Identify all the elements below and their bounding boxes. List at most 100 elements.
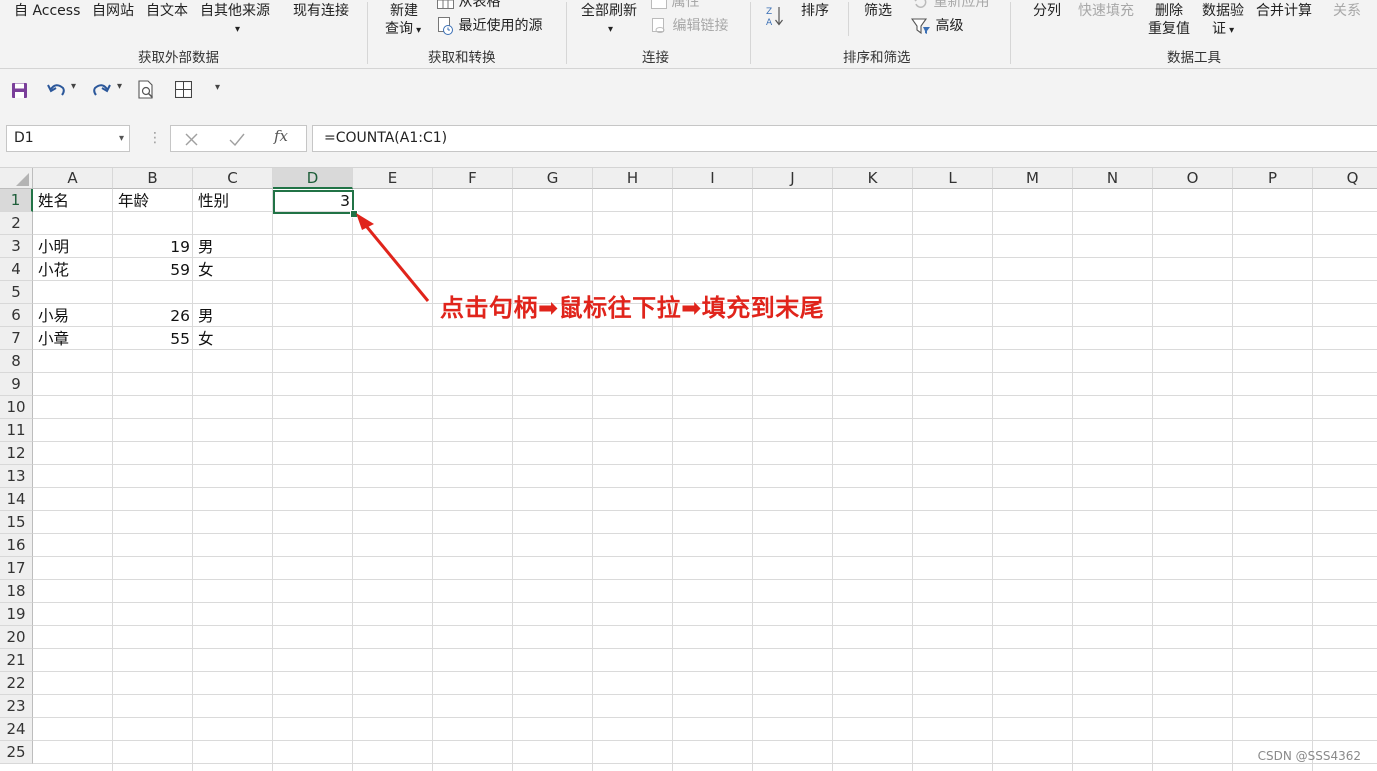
row-header-1[interactable]: 1 — [0, 189, 33, 212]
column-header-p[interactable]: P — [1233, 168, 1313, 189]
row-header-24[interactable]: 24 — [0, 718, 33, 741]
row-header-5[interactable]: 5 — [0, 281, 33, 304]
column-header-h[interactable]: H — [593, 168, 673, 189]
customize-qat-icon[interactable]: ▾ — [215, 82, 220, 93]
row-header-18[interactable]: 18 — [0, 580, 33, 603]
column-header-i[interactable]: I — [673, 168, 753, 189]
row-header-14[interactable]: 14 — [0, 488, 33, 511]
insert-function-icon[interactable]: fx — [274, 127, 288, 145]
cell-C7[interactable]: 女 — [198, 328, 214, 350]
formula-input[interactable]: =COUNTA(A1:C1) — [312, 125, 1377, 152]
row-header-15[interactable]: 15 — [0, 511, 33, 534]
cell-A3[interactable]: 小明 — [38, 236, 69, 258]
row-header-9[interactable]: 9 — [0, 373, 33, 396]
row-header-16[interactable]: 16 — [0, 534, 33, 557]
column-header-j[interactable]: J — [753, 168, 833, 189]
new-query-button[interactable]: 查询 ▾ — [385, 20, 421, 40]
cell-B4[interactable]: 59 — [114, 259, 190, 281]
row-header-17[interactable]: 17 — [0, 557, 33, 580]
column-header-b[interactable]: B — [113, 168, 193, 189]
name-box[interactable]: D1 ▾ — [6, 125, 130, 152]
save-icon[interactable] — [11, 82, 28, 99]
column-header-m[interactable]: M — [993, 168, 1073, 189]
row-header-21[interactable]: 21 — [0, 649, 33, 672]
column-header-o[interactable]: O — [1153, 168, 1233, 189]
sort-button[interactable]: 排序 — [801, 2, 829, 20]
column-header-a[interactable]: A — [33, 168, 113, 189]
borders-icon[interactable] — [175, 81, 192, 98]
row-header-12[interactable]: 12 — [0, 442, 33, 465]
sort-za-icon[interactable]: Z A — [765, 5, 785, 27]
row-header-23[interactable]: 23 — [0, 695, 33, 718]
new-query-label-1[interactable]: 新建 — [390, 2, 418, 20]
column-header-e[interactable]: E — [353, 168, 433, 189]
chevron-down-icon[interactable]: ▾ — [235, 21, 240, 39]
data-validation-label-1[interactable]: 数据验 — [1202, 2, 1244, 20]
cell-A6[interactable]: 小易 — [38, 305, 69, 327]
from-access-button[interactable]: 自 Access — [14, 2, 80, 20]
from-text-button[interactable]: 自文本 — [146, 2, 188, 20]
row-header-11[interactable]: 11 — [0, 419, 33, 442]
edit-links-button[interactable]: 编辑链接 — [651, 17, 728, 35]
data-validation-button[interactable]: 证 ▾ — [1212, 20, 1234, 40]
cell-C1[interactable]: 性别 — [198, 190, 229, 212]
reapply-button[interactable]: 重新应用 — [913, 0, 989, 11]
row-header-10[interactable]: 10 — [0, 396, 33, 419]
column-header-n[interactable]: N — [1073, 168, 1153, 189]
row-header-4[interactable]: 4 — [0, 258, 33, 281]
column-header-q[interactable]: Q — [1313, 168, 1377, 189]
refresh-all-button[interactable]: 全部刷新 — [581, 2, 637, 20]
chevron-down-icon[interactable]: ▾ — [608, 21, 613, 39]
chevron-down-icon[interactable]: ▾ — [119, 126, 124, 151]
row-header-6[interactable]: 6 — [0, 304, 33, 327]
column-header-g[interactable]: G — [513, 168, 593, 189]
existing-connections-button[interactable]: 现有连接 — [293, 2, 349, 20]
from-table-button[interactable]: 从表格 — [437, 0, 500, 11]
column-header-f[interactable]: F — [433, 168, 513, 189]
row-header-3[interactable]: 3 — [0, 235, 33, 258]
column-header-k[interactable]: K — [833, 168, 913, 189]
relationships-button[interactable]: 关系 — [1333, 2, 1361, 20]
text-to-columns-button[interactable]: 分列 — [1033, 2, 1061, 20]
row-header-2[interactable]: 2 — [0, 212, 33, 235]
worksheet-grid[interactable]: ABCDEFGHIJKLMNOPQ 1 2 3 4 5 6 7 8 9 10 11 12 13 14 15 1… — [0, 168, 1377, 771]
advanced-filter-button[interactable]: 高级 — [911, 17, 963, 35]
print-preview-icon[interactable] — [137, 80, 157, 100]
select-all-corner[interactable] — [0, 168, 33, 189]
column-header-c[interactable]: C — [193, 168, 273, 189]
cell-C3[interactable]: 男 — [198, 236, 214, 258]
column-header-l[interactable]: L — [913, 168, 993, 189]
remove-duplicates-button[interactable]: 重复值 — [1148, 20, 1190, 38]
enter-icon[interactable] — [229, 133, 245, 146]
flash-fill-button[interactable]: 快速填充 — [1078, 2, 1134, 20]
cell-B6[interactable]: 26 — [114, 305, 190, 327]
row-header-13[interactable]: 13 — [0, 465, 33, 488]
undo-icon[interactable] — [46, 81, 66, 99]
filter-button[interactable]: 筛选 — [864, 2, 892, 20]
cell-C6[interactable]: 男 — [198, 305, 214, 327]
cell-A7[interactable]: 小章 — [38, 328, 69, 350]
cell-B7[interactable]: 55 — [114, 328, 190, 350]
cell-A4[interactable]: 小花 — [38, 259, 69, 281]
consolidate-button[interactable]: 合并计算 — [1256, 2, 1312, 20]
cell-B3[interactable]: 19 — [114, 236, 190, 258]
redo-icon[interactable] — [92, 81, 112, 99]
recent-sources-button[interactable]: 最近使用的源 — [437, 17, 542, 35]
row-header-22[interactable]: 22 — [0, 672, 33, 695]
row-header-19[interactable]: 19 — [0, 603, 33, 626]
row-header-7[interactable]: 7 — [0, 327, 33, 350]
row-header-25[interactable]: 25 — [0, 741, 33, 764]
from-web-button[interactable]: 自网站 — [92, 2, 134, 20]
undo-dropdown-icon[interactable]: ▾ — [71, 81, 76, 92]
remove-duplicates-label-1[interactable]: 删除 — [1155, 2, 1183, 20]
cancel-icon[interactable] — [185, 133, 198, 146]
cell-A1[interactable]: 姓名 — [38, 190, 69, 212]
from-other-sources-button[interactable]: 自其他来源 — [200, 2, 270, 20]
cell-C4[interactable]: 女 — [198, 259, 214, 281]
redo-dropdown-icon[interactable]: ▾ — [117, 81, 122, 92]
row-header-8[interactable]: 8 — [0, 350, 33, 373]
cell-B1[interactable]: 年龄 — [118, 190, 149, 212]
column-header-d[interactable]: D — [273, 168, 353, 189]
row-header-20[interactable]: 20 — [0, 626, 33, 649]
properties-button[interactable]: 属性 — [651, 0, 699, 11]
